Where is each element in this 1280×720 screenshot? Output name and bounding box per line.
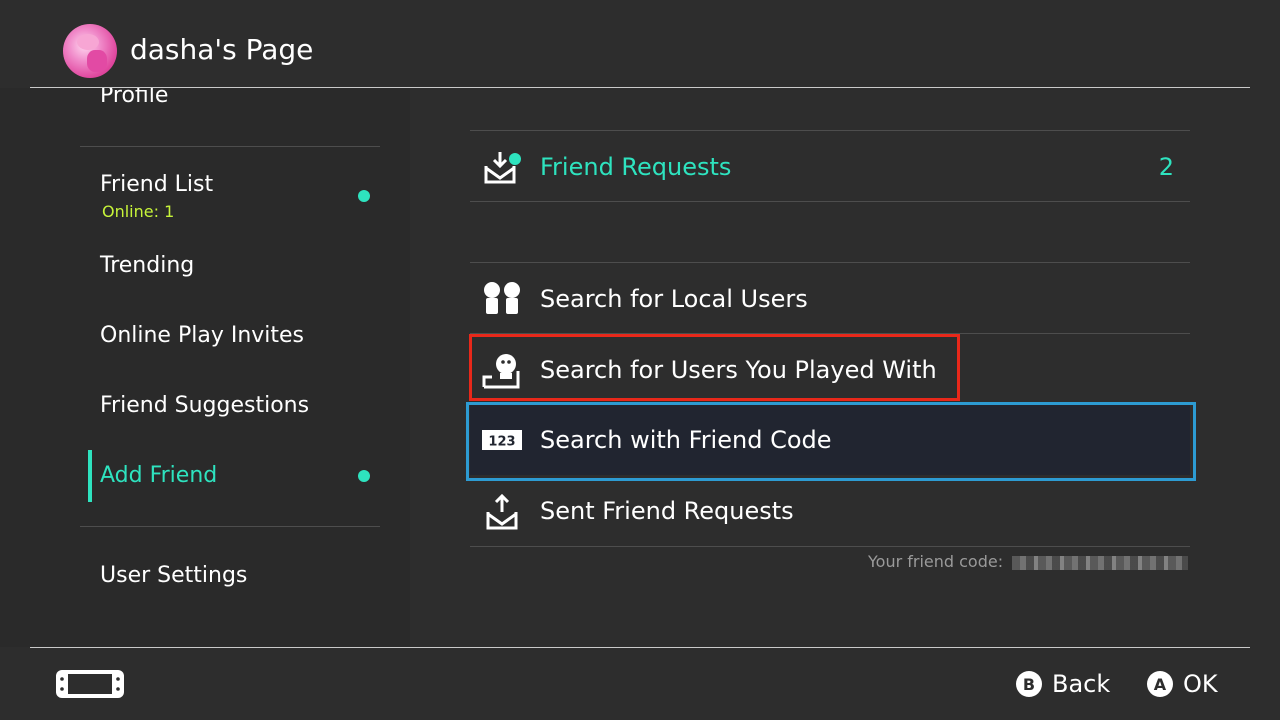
back-label: Back — [1052, 670, 1111, 698]
new-indicator-dot — [358, 470, 370, 482]
online-count: Online: 1 — [102, 202, 175, 221]
friend-code-label: Your friend code: — [868, 552, 1004, 571]
highlight-box — [469, 334, 960, 401]
friend-requests-row[interactable]: Friend Requests 2 — [470, 132, 1190, 202]
sidebar-divider — [80, 526, 380, 527]
console-icon — [56, 670, 124, 698]
sidebar-item-online-play-invites[interactable]: Online Play Invites — [100, 322, 304, 350]
selection-cursor — [466, 402, 1196, 481]
page-title: dasha's Page — [130, 33, 314, 66]
sidebar-item-friend-suggestions[interactable]: Friend Suggestions — [100, 392, 309, 420]
footer: B Back A OK — [0, 648, 1280, 720]
row-divider — [470, 262, 1190, 263]
sidebar-item-user-settings[interactable]: User Settings — [100, 562, 247, 590]
back-button[interactable]: B Back — [1016, 670, 1110, 698]
sidebar-divider — [80, 146, 380, 147]
row-divider — [470, 201, 1190, 202]
page-header: dasha's Page — [0, 0, 1280, 88]
friend-requests-label: Friend Requests — [540, 153, 732, 181]
row-divider — [470, 130, 1190, 131]
b-button-icon: B — [1016, 671, 1042, 697]
sidebar-item-friend-list[interactable]: Friend List — [100, 171, 213, 199]
sent-friend-requests-row[interactable]: Sent Friend Requests — [470, 476, 1190, 546]
sidebar-item-trending[interactable]: Trending — [100, 252, 194, 280]
sidebar: Profile Friend List Online: 1 Trending O… — [0, 88, 410, 647]
local-users-icon — [484, 282, 520, 314]
sidebar-item-add-friend[interactable]: Add Friend — [100, 462, 217, 490]
sidebar-item-profile[interactable]: Profile — [100, 88, 168, 110]
row-divider — [470, 546, 1190, 547]
friend-requests-count: 2 — [1158, 153, 1174, 181]
search-local-users-row[interactable]: Search for Local Users — [470, 264, 1190, 334]
new-indicator-dot — [358, 190, 370, 202]
sent-friend-requests-label: Sent Friend Requests — [540, 497, 794, 525]
friend-requests-icon — [484, 152, 521, 184]
a-button-icon: A — [1147, 671, 1173, 697]
friend-code-redacted — [1012, 556, 1188, 570]
search-local-users-label: Search for Local Users — [540, 285, 808, 313]
sent-requests-icon — [486, 493, 518, 530]
active-indicator — [88, 450, 92, 502]
ok-label: OK — [1183, 670, 1218, 698]
ok-button[interactable]: A OK — [1147, 670, 1218, 698]
avatar[interactable] — [63, 24, 117, 78]
